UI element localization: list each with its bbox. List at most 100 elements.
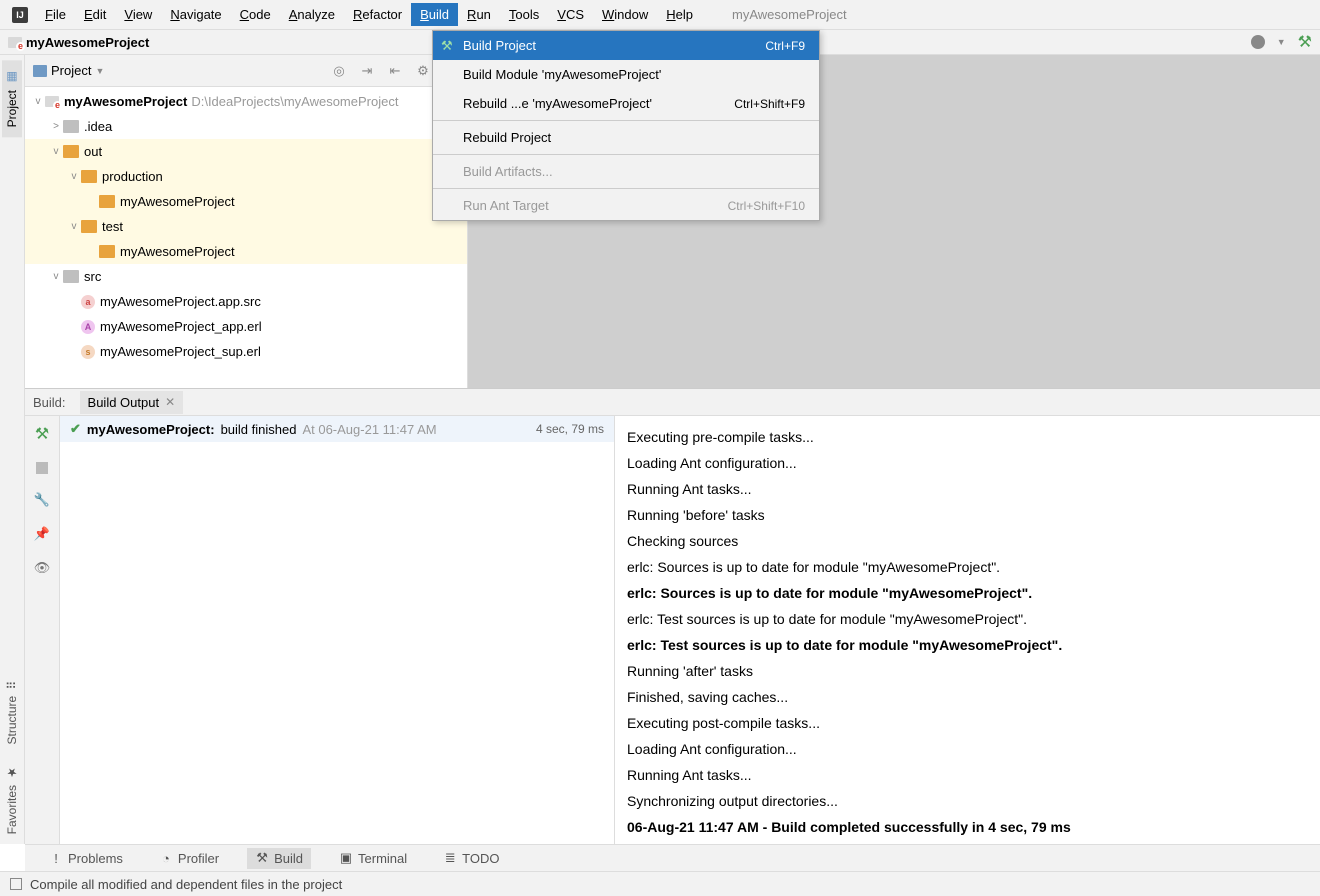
tree-node-myawesomeproject[interactable]: myAwesomeProject	[25, 239, 467, 264]
build-result-status: build finished	[221, 422, 297, 437]
tree-node-out[interactable]: vout	[25, 139, 467, 164]
menu-code[interactable]: Code	[231, 3, 280, 26]
menu-bar: IJ FileEditViewNavigateCodeAnalyzeRefact…	[0, 0, 1320, 30]
file-type-icon: a	[81, 295, 95, 309]
build-tool-window: Build: Build Output ✕ ⚒ 🔧 📌 👁 ✔ myAwesom…	[25, 388, 1320, 844]
console-line: 06-Aug-21 11:47 AM - Build completed suc…	[627, 814, 1308, 840]
eye-icon[interactable]: 👁	[34, 560, 51, 576]
app-icon: IJ	[12, 7, 28, 23]
build-tabs: Build: Build Output ✕	[25, 389, 1320, 416]
menu-file[interactable]: File	[36, 3, 75, 26]
build-result-row[interactable]: ✔ myAwesomeProject: build finished At 06…	[60, 416, 614, 442]
settings-gear-icon[interactable]: ⚙	[415, 63, 431, 79]
bottom-tool-strip: !Problems ◔Profiler ⚒Build ▣Terminal ≣TODO	[25, 844, 1320, 871]
build-icon[interactable]: ⚒	[1298, 32, 1312, 52]
hammer-icon[interactable]: ⚒	[35, 424, 49, 444]
tree-node-production[interactable]: vproduction	[25, 164, 467, 189]
tree-root[interactable]: vmyAwesomeProject D:\IdeaProjects\myAwes…	[25, 89, 467, 114]
menu-item-build-project[interactable]: ⚒Build ProjectCtrl+F9	[433, 31, 819, 60]
console-line: erlc: Test sources is up to date for mod…	[627, 632, 1308, 658]
build-result-name: myAwesomeProject:	[87, 422, 215, 437]
user-icon[interactable]	[1251, 35, 1265, 49]
menu-item-rebuild-project[interactable]: Rebuild Project	[433, 123, 819, 152]
menu-refactor[interactable]: Refactor	[344, 3, 411, 26]
console-line: Running 'after' tasks	[627, 658, 1308, 684]
problems-icon: !	[49, 851, 63, 865]
tool-problems[interactable]: !Problems	[41, 848, 131, 869]
tool-build[interactable]: ⚒Build	[247, 848, 311, 869]
menu-help[interactable]: Help	[657, 3, 702, 26]
folder-icon	[99, 195, 115, 208]
folder-icon	[63, 270, 79, 283]
project-tool-icon: ▦	[5, 70, 19, 84]
build-console[interactable]: Executing pre-compile tasks...Loading An…	[615, 416, 1320, 844]
console-line: Running Ant tasks...	[627, 476, 1308, 502]
menu-item-rebuild-e-myawesomeproject-[interactable]: Rebuild ...e 'myAwesomeProject'Ctrl+Shif…	[433, 89, 819, 118]
status-text: Compile all modified and dependent files…	[30, 877, 342, 892]
close-tab-icon[interactable]: ✕	[165, 395, 175, 409]
menu-item-build-module-myawesomeproject-[interactable]: Build Module 'myAwesomeProject'	[433, 60, 819, 89]
structure-icon: ⠿	[5, 681, 19, 690]
menu-view[interactable]: View	[115, 3, 161, 26]
console-line: erlc: Sources is up to date for module "…	[627, 580, 1308, 606]
file-type-icon: A	[81, 320, 95, 334]
project-folder-icon	[8, 37, 22, 48]
hammer-icon: ⚒	[441, 38, 453, 54]
tool-todo[interactable]: ≣TODO	[435, 848, 507, 869]
tree-node-myawesomeproject-app-erl[interactable]: AmyAwesomeProject_app.erl	[25, 314, 467, 339]
console-line: Finished, saving caches...	[627, 684, 1308, 710]
menu-vcs[interactable]: VCS	[548, 3, 593, 26]
build-menu-dropdown: ⚒Build ProjectCtrl+F9Build Module 'myAwe…	[432, 30, 820, 221]
menu-item-build-artifacts-: Build Artifacts...	[433, 157, 819, 186]
select-opened-file-icon[interactable]: ◎	[331, 63, 347, 79]
console-line: Loading Ant configuration...	[627, 736, 1308, 762]
project-tool-tab[interactable]: Project▦	[2, 60, 22, 137]
stop-icon[interactable]	[36, 462, 48, 474]
success-check-icon: ✔	[70, 421, 81, 437]
breadcrumb-project[interactable]: myAwesomeProject	[26, 35, 149, 50]
menu-navigate[interactable]: Navigate	[161, 3, 230, 26]
tree-node-src[interactable]: vsrc	[25, 264, 467, 289]
build-tab-label: Build Output	[88, 395, 160, 410]
build-toolbar: ⚒ 🔧 📌 👁	[25, 416, 60, 844]
menu-tools[interactable]: Tools	[500, 3, 548, 26]
console-line: Loading Ant configuration...	[627, 450, 1308, 476]
build-label: Build:	[33, 395, 66, 410]
tool-terminal[interactable]: ▣Terminal	[331, 848, 415, 869]
wrench-icon[interactable]: 🔧	[34, 492, 50, 508]
tree-node--idea[interactable]: >.idea	[25, 114, 467, 139]
menu-build[interactable]: Build	[411, 3, 458, 26]
project-panel-title[interactable]: Project	[51, 63, 91, 78]
collapse-all-icon[interactable]: ⇤	[387, 63, 403, 79]
structure-tool-tab[interactable]: Structure⠿	[2, 671, 22, 754]
tool-windows-icon[interactable]	[10, 878, 22, 890]
console-line: Executing post-compile tasks...	[627, 710, 1308, 736]
build-icon: ⚒	[255, 851, 269, 865]
menu-edit[interactable]: Edit	[75, 3, 115, 26]
tree-node-myawesomeproject-app-src[interactable]: amyAwesomeProject.app.src	[25, 289, 467, 314]
menu-item-run-ant-target: Run Ant TargetCtrl+Shift+F10	[433, 191, 819, 220]
window-project-name: myAwesomeProject	[732, 7, 847, 22]
build-result-time: At 06-Aug-21 11:47 AM	[302, 422, 436, 437]
console-line: Checking sources	[627, 528, 1308, 554]
tree-node-test[interactable]: vtest	[25, 214, 467, 239]
console-line: Executing pre-compile tasks...	[627, 424, 1308, 450]
folder-icon	[81, 220, 97, 233]
favorites-tool-tab[interactable]: Favorites★	[2, 755, 22, 844]
build-output-tab[interactable]: Build Output ✕	[80, 391, 184, 414]
menu-window[interactable]: Window	[593, 3, 657, 26]
project-dropdown-icon[interactable]: ▼	[95, 66, 104, 76]
user-dropdown-icon[interactable]: ▼	[1277, 37, 1286, 47]
folder-icon	[63, 120, 79, 133]
tool-profiler[interactable]: ◔Profiler	[151, 848, 227, 869]
expand-all-icon[interactable]: ⇥	[359, 63, 375, 79]
tree-node-myawesomeproject[interactable]: myAwesomeProject	[25, 189, 467, 214]
pin-icon[interactable]: 📌	[34, 526, 50, 542]
status-bar: Compile all modified and dependent files…	[0, 871, 1320, 896]
todo-icon: ≣	[443, 851, 457, 865]
menu-run[interactable]: Run	[458, 3, 500, 26]
folder-icon	[81, 170, 97, 183]
build-tree[interactable]: ✔ myAwesomeProject: build finished At 06…	[60, 416, 615, 844]
menu-analyze[interactable]: Analyze	[280, 3, 344, 26]
tree-node-myawesomeproject-sup-erl[interactable]: smyAwesomeProject_sup.erl	[25, 339, 467, 364]
